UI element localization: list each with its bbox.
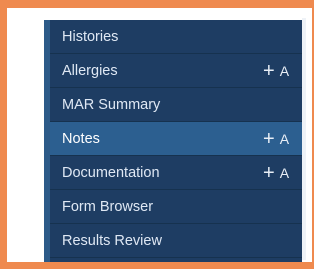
menu-item-label: Results Review <box>62 232 162 249</box>
add-documentation-button[interactable]: + A <box>263 163 289 183</box>
menu-item-allergies[interactable]: Allergies + A <box>50 54 302 88</box>
menu-item-label: MAR Summary <box>62 96 161 113</box>
menu-item-label: Allergies <box>62 62 118 79</box>
plus-icon: + <box>263 127 275 150</box>
menu-item-label: Documentation <box>62 164 160 181</box>
menu-item-label: Notes <box>62 130 100 147</box>
menu-item-histories[interactable]: Histories <box>50 20 302 54</box>
add-label: A <box>279 62 290 79</box>
highlight-frame-left <box>0 0 7 269</box>
plus-icon: + <box>263 161 275 184</box>
highlight-frame-right <box>312 0 314 269</box>
chart-menu: Histories Allergies + A MAR Summary Note… <box>50 20 302 262</box>
add-note-button[interactable]: + A <box>263 129 289 149</box>
add-label: A <box>279 164 290 181</box>
menu-item-label: Form Browser <box>62 198 154 215</box>
menu-item-notes[interactable]: Notes + A <box>50 122 302 156</box>
menu-item-mar-summary[interactable]: MAR Summary <box>50 88 302 122</box>
plus-icon: + <box>263 59 275 82</box>
highlight-frame-top <box>0 0 314 8</box>
highlight-frame-bottom <box>0 262 314 269</box>
menu-item-form-browser[interactable]: Form Browser <box>50 190 302 224</box>
add-label: A <box>279 130 290 147</box>
menu-item-label: Histories <box>62 28 119 45</box>
menu-item-documentation[interactable]: Documentation + A <box>50 156 302 190</box>
menu-item-results-review[interactable]: Results Review <box>50 224 302 258</box>
add-allergy-button[interactable]: + A <box>263 61 289 81</box>
divider <box>302 18 306 260</box>
